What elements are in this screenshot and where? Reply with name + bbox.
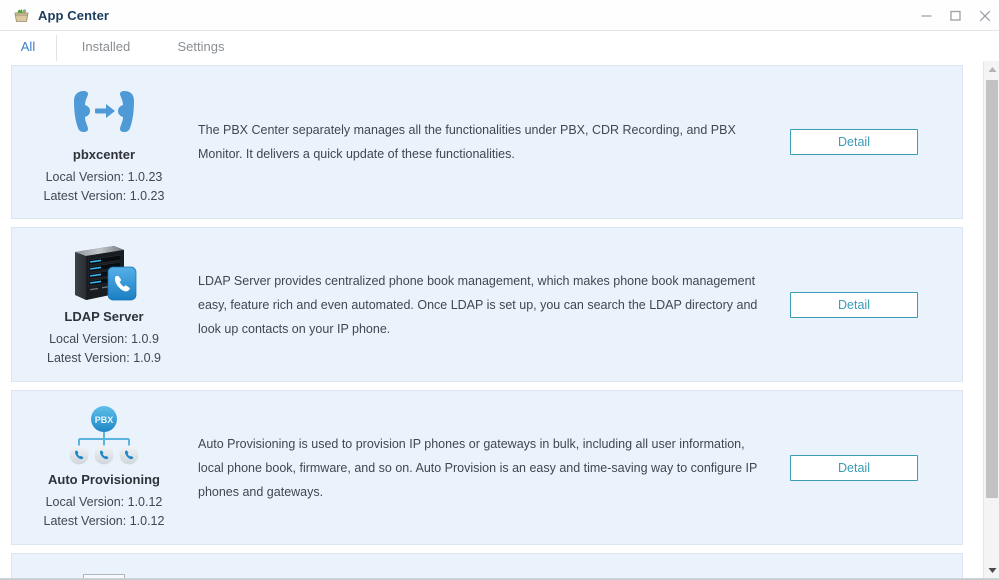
local-version-label: Local Version: (46, 495, 125, 509)
window-bottom-border (0, 578, 999, 579)
app-description-container: The PBX Center separately manages all th… (196, 118, 790, 166)
app-card-info: pbxcenter Local Version: 1.0.23 Latest V… (12, 68, 196, 217)
latest-version-value: 1.0.12 (130, 514, 165, 528)
latest-version: Latest Version: 1.0.23 (44, 187, 165, 206)
icon-container (66, 243, 142, 303)
server-rack-with-phonebook-icon (66, 242, 142, 304)
app-description-container: LDAP Server provides centralized phone b… (196, 269, 790, 341)
scrollbar-thumb[interactable] (986, 80, 998, 498)
window-controls (912, 0, 999, 31)
app-description: Auto Provisioning is used to provision I… (198, 432, 772, 504)
icon-container: PBX (67, 406, 141, 466)
app-actions: Detail (790, 129, 962, 155)
minimize-icon[interactable] (912, 0, 941, 31)
detail-button[interactable]: Detail (790, 455, 918, 481)
local-version-value: 1.0.9 (131, 332, 159, 346)
svg-text:PBX: PBX (95, 415, 114, 425)
content-area: pbxcenter Local Version: 1.0.23 Latest V… (0, 61, 999, 579)
app-list: pbxcenter Local Version: 1.0.23 Latest V… (0, 61, 963, 579)
close-icon[interactable] (970, 0, 999, 31)
tab-installed-label: Installed (82, 39, 130, 54)
latest-version-value: 1.0.23 (130, 189, 165, 203)
app-description-container: Auto Provisioning is used to provision I… (196, 432, 790, 504)
title-bar-left: App Center (0, 7, 109, 23)
app-name: LDAP Server (64, 309, 143, 324)
tab-settings-label: Settings (178, 39, 225, 54)
tab-installed[interactable]: Installed (57, 31, 155, 61)
latest-version-label: Latest Version: (44, 514, 127, 528)
app-card-info: LDAP Server Local Version: 1.0.9 Latest … (12, 230, 196, 379)
local-version-value: 1.0.23 (128, 170, 163, 184)
detail-button[interactable]: Detail (790, 129, 918, 155)
app-card-info (12, 554, 196, 579)
app-description: LDAP Server provides centralized phone b… (198, 269, 772, 341)
app-name: Auto Provisioning (48, 472, 160, 487)
local-version: Local Version: 1.0.9 (49, 330, 159, 349)
app-card-info: PBX (12, 393, 196, 542)
local-version: Local Version: 1.0.23 (46, 168, 163, 187)
latest-version: Latest Version: 1.0.12 (44, 512, 165, 531)
app-name: pbxcenter (73, 147, 135, 162)
app-card-pbxcenter: pbxcenter Local Version: 1.0.23 Latest V… (11, 65, 963, 219)
latest-version-value: 1.0.9 (133, 351, 161, 365)
tab-settings[interactable]: Settings (155, 31, 247, 61)
detail-button[interactable]: Detail (790, 292, 918, 318)
latest-version: Latest Version: 1.0.9 (47, 349, 161, 368)
app-center-basket-icon (13, 7, 30, 23)
scroll-up-arrow-icon[interactable] (984, 61, 999, 78)
title-bar: App Center (0, 0, 999, 31)
tab-all-label: All (21, 39, 35, 54)
tab-bar: All Installed Settings (0, 31, 999, 61)
local-version-value: 1.0.12 (128, 495, 163, 509)
latest-version-label: Latest Version: (47, 351, 130, 365)
app-card-auto-provisioning: PBX (11, 390, 963, 545)
tab-all[interactable]: All (0, 31, 56, 61)
icon-container (68, 81, 140, 141)
pbx-tree-phones-icon: PBX (67, 405, 141, 467)
app-center-window: App Center All (0, 0, 999, 580)
app-actions: Detail (790, 455, 962, 481)
window-title: App Center (38, 8, 109, 23)
app-card-partial (11, 553, 963, 579)
app-card-ldap-server: LDAP Server Local Version: 1.0.9 Latest … (11, 227, 963, 382)
vertical-scrollbar[interactable] (983, 61, 999, 579)
local-version-label: Local Version: (46, 170, 125, 184)
app-actions: Detail (790, 292, 962, 318)
local-version: Local Version: 1.0.12 (46, 493, 163, 512)
two-phone-handsets-transfer-icon (68, 86, 140, 136)
scroll-down-arrow-icon[interactable] (984, 562, 999, 579)
app-description: The PBX Center separately manages all th… (198, 118, 772, 166)
latest-version-label: Latest Version: (44, 189, 127, 203)
local-version-label: Local Version: (49, 332, 128, 346)
maximize-icon[interactable] (941, 0, 970, 31)
partial-app-icon (67, 564, 141, 579)
